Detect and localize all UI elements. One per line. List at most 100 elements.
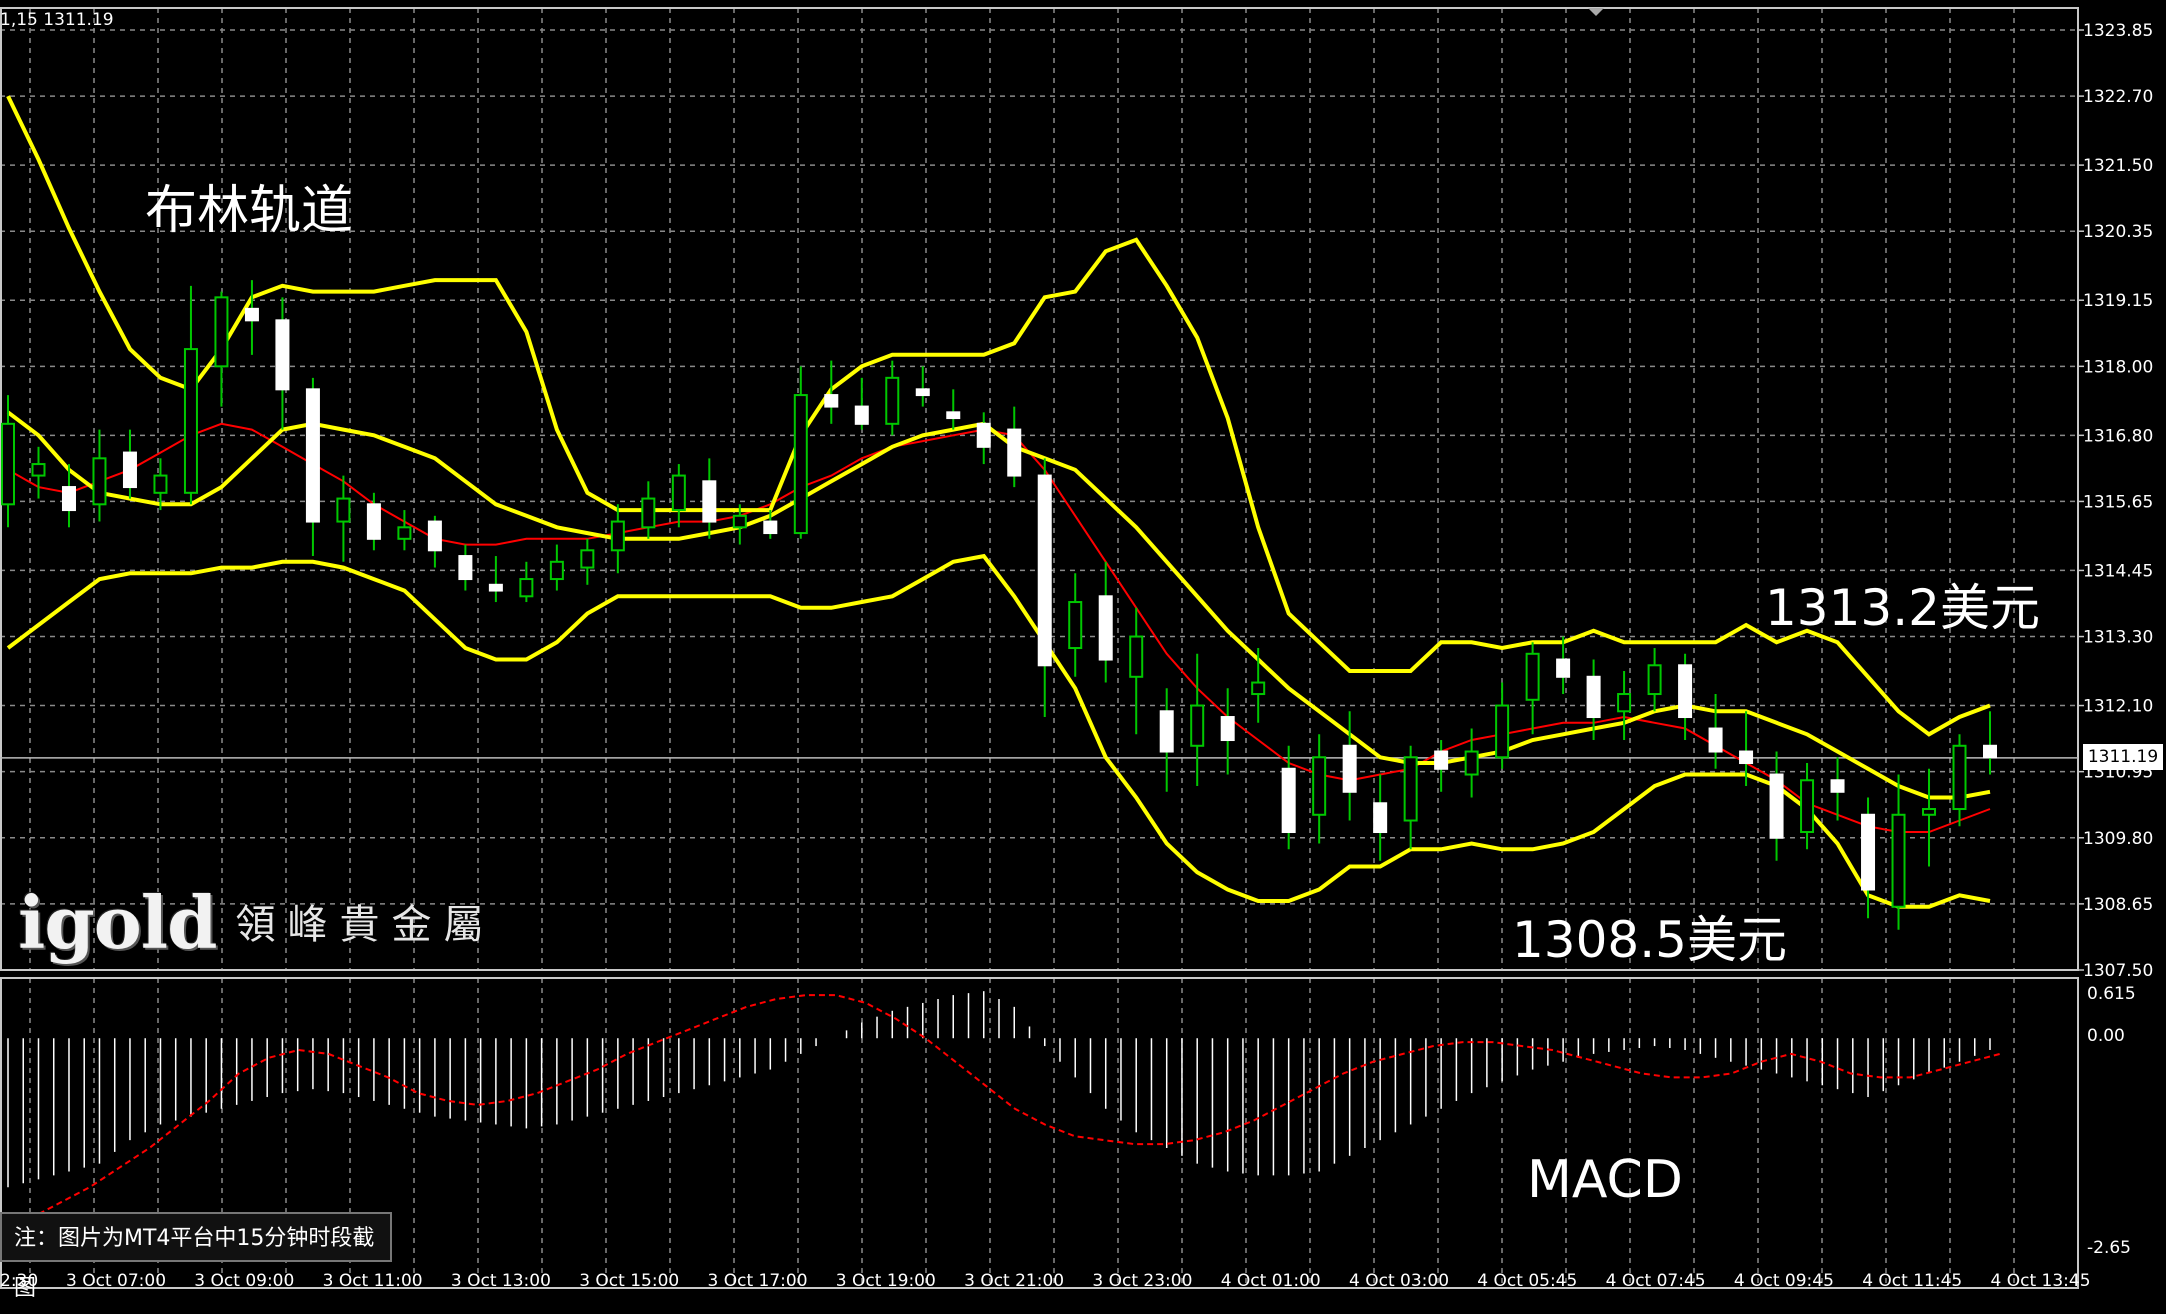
candle-body-up xyxy=(31,463,46,477)
candle-body-up xyxy=(1525,652,1540,701)
candle-body-up xyxy=(1403,756,1418,822)
candle-body-down xyxy=(1556,658,1571,678)
candle-body-up xyxy=(671,474,686,512)
price-tick-label: 1316.80 xyxy=(2083,426,2153,446)
price-readout: 1,15 1311.19 xyxy=(0,10,114,30)
candle xyxy=(915,366,930,407)
candle-body-up xyxy=(92,457,107,506)
candle-body-down xyxy=(824,394,839,408)
price-tick-label: 1318.00 xyxy=(2083,357,2153,377)
macd-tick-label: 0.615 xyxy=(2087,984,2136,1004)
candle-body-up xyxy=(1312,756,1327,816)
price-axis: 1323.85 1322.70 1321.50 1320.35 1319.15 1318.… xyxy=(2078,21,2153,1258)
candle xyxy=(641,481,656,539)
candle-body-down xyxy=(1220,716,1235,742)
candle xyxy=(1220,688,1235,775)
price-tick-label: 1321.50 xyxy=(2083,156,2153,176)
time-tick-label: 4 Oct 05:45 xyxy=(1477,1271,1577,1291)
candlestick-series xyxy=(1,280,1997,930)
indicator-title-label: 布林轨道 xyxy=(145,181,354,241)
macd-signal-line xyxy=(29,994,2001,1220)
macd-panel xyxy=(7,991,2001,1220)
candle xyxy=(1129,607,1144,735)
candle xyxy=(1800,763,1815,850)
candle-body-up xyxy=(1068,601,1083,650)
candle-body-up xyxy=(183,348,198,494)
candle xyxy=(1922,768,1937,867)
candle-body-down xyxy=(1037,474,1052,667)
candle-body-up xyxy=(1495,704,1510,759)
candle xyxy=(31,446,46,499)
candle xyxy=(702,458,717,539)
candle xyxy=(122,429,137,499)
time-tick-label: 3 Oct 11:00 xyxy=(323,1271,423,1291)
candle-body-down xyxy=(458,555,473,581)
price-tick-label: 1312.10 xyxy=(2083,697,2153,717)
candle xyxy=(1769,751,1784,861)
candle-body-down xyxy=(305,388,320,523)
lower-band-value-label: 1308.5美元 xyxy=(1512,911,1787,969)
candle-body-up xyxy=(1464,750,1479,776)
candle xyxy=(1891,774,1906,930)
price-tick-label: 1308.65 xyxy=(2083,895,2153,915)
candle-body-down xyxy=(1159,710,1174,753)
candle-body-down xyxy=(488,583,503,592)
candle xyxy=(1190,653,1205,787)
time-tick-label: 4 Oct 03:00 xyxy=(1349,1271,1449,1291)
candle-body-up xyxy=(1190,704,1205,747)
candle xyxy=(1068,573,1083,677)
candle-body-down xyxy=(702,480,717,523)
candle xyxy=(1525,642,1540,735)
shift-marker-icon xyxy=(1588,8,1604,16)
candle-body-down xyxy=(1739,750,1754,765)
price-tick-label: 1314.45 xyxy=(2083,561,2153,581)
candle xyxy=(1281,745,1296,850)
candle-body-up xyxy=(519,578,534,598)
candle xyxy=(488,556,503,603)
candle xyxy=(1647,648,1662,712)
moving-average-line xyxy=(7,422,1991,833)
candle-body-up xyxy=(580,549,595,569)
candle-body-down xyxy=(763,520,778,535)
candle-body-down xyxy=(122,451,137,489)
candle xyxy=(1312,734,1327,844)
candle xyxy=(1403,745,1418,850)
candle-body-down xyxy=(1342,744,1357,793)
candle-body-down xyxy=(244,307,259,322)
candle-body-down xyxy=(275,319,290,391)
candle-body-down xyxy=(1983,744,1997,759)
candle xyxy=(580,538,595,585)
macd-label: MACD xyxy=(1527,1150,1683,1210)
candle-body-down xyxy=(1098,595,1113,661)
candle-body-up xyxy=(397,526,412,540)
candle-body-up xyxy=(610,520,625,552)
candle-body-down xyxy=(1678,664,1693,719)
candle xyxy=(336,475,351,562)
time-tick-label: 3 Oct 17:00 xyxy=(708,1271,808,1291)
candle xyxy=(1007,406,1022,488)
candle xyxy=(885,360,900,436)
candle-body-down xyxy=(61,486,76,512)
candle xyxy=(976,412,991,465)
price-tick-label: 1320.35 xyxy=(2083,222,2153,242)
bollinger-lower-line xyxy=(6,553,1991,909)
candle xyxy=(305,377,320,557)
candle-body-up xyxy=(549,560,564,581)
time-tick-label: 3 Oct 07:00 xyxy=(66,1271,166,1291)
macd-tick-label: 0.00 xyxy=(2087,1026,2125,1046)
candle-body-up xyxy=(1129,635,1144,678)
candle xyxy=(1861,797,1876,919)
candle xyxy=(1251,648,1266,723)
candle xyxy=(1159,688,1174,792)
price-tick-label: 1307.50 xyxy=(2083,961,2153,981)
candle-body-down xyxy=(1434,750,1449,770)
screenshot-note: 注：图片为MT4平台中15分钟时段截图 xyxy=(0,1212,392,1301)
candle-body-down xyxy=(366,503,381,540)
candle xyxy=(1434,740,1449,792)
candle xyxy=(1617,671,1632,741)
candle xyxy=(458,544,473,591)
time-tick-label: 4 Oct 11:45 xyxy=(1862,1271,1962,1291)
candle xyxy=(671,464,686,528)
candle-body-down xyxy=(1830,779,1845,793)
candle xyxy=(1342,711,1357,821)
